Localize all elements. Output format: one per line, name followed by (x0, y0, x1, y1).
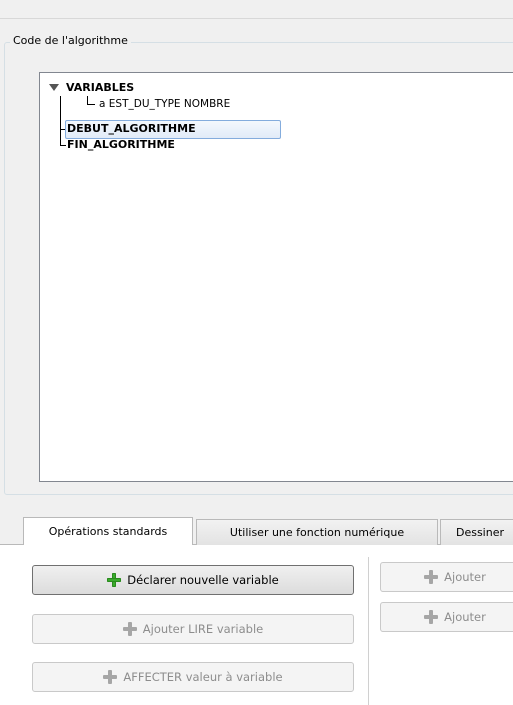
add-button-1[interactable]: Ajouter (380, 562, 513, 592)
plus-icon (122, 622, 137, 636)
tree-line-horizontal-3 (60, 145, 66, 146)
plus-icon (107, 573, 122, 587)
add-button-2-label: Ajouter (444, 610, 486, 624)
plus-icon (103, 670, 118, 684)
expand-arrow-icon[interactable] (49, 84, 59, 91)
add-read-variable-button[interactable]: Ajouter LIRE variable (32, 614, 354, 644)
tree-line-vertical-2 (60, 96, 61, 146)
add-button-1-label: Ajouter (444, 570, 486, 584)
assign-variable-button[interactable]: AFFECTER valeur à variable (32, 662, 354, 692)
tree-node-variables[interactable]: VARIABLES (66, 80, 134, 96)
tree-node-var-a[interactable]: a EST_DU_TYPE NOMBRE (99, 96, 230, 112)
plus-icon (424, 610, 439, 624)
declare-variable-label: Déclarer nouvelle variable (127, 573, 279, 587)
tree-node-debut[interactable]: DEBUT_ALGORITHME (67, 121, 196, 137)
tab-operations-standards[interactable]: Opérations standards (23, 517, 193, 545)
add-read-variable-label: Ajouter LIRE variable (142, 622, 264, 636)
plus-icon (424, 570, 439, 584)
tab-dessiner[interactable]: Dessiner (440, 519, 513, 545)
header-divider (0, 18, 513, 19)
group-title: Code de l'algorithme (10, 34, 131, 48)
tab-fonction-numerique[interactable]: Utiliser une fonction numérique (196, 519, 438, 545)
add-button-2[interactable]: Ajouter (380, 602, 513, 632)
assign-variable-label: AFFECTER valeur à variable (123, 670, 283, 684)
tree-line-horizontal-1 (87, 104, 95, 105)
declare-variable-button[interactable]: Déclarer nouvelle variable (32, 565, 354, 595)
algorithm-tree[interactable]: VARIABLES a EST_DU_TYPE NOMBRE DEBUT_ALG… (39, 72, 513, 482)
panel-separator (368, 557, 369, 705)
tree-node-fin[interactable]: FIN_ALGORITHME (67, 137, 175, 153)
